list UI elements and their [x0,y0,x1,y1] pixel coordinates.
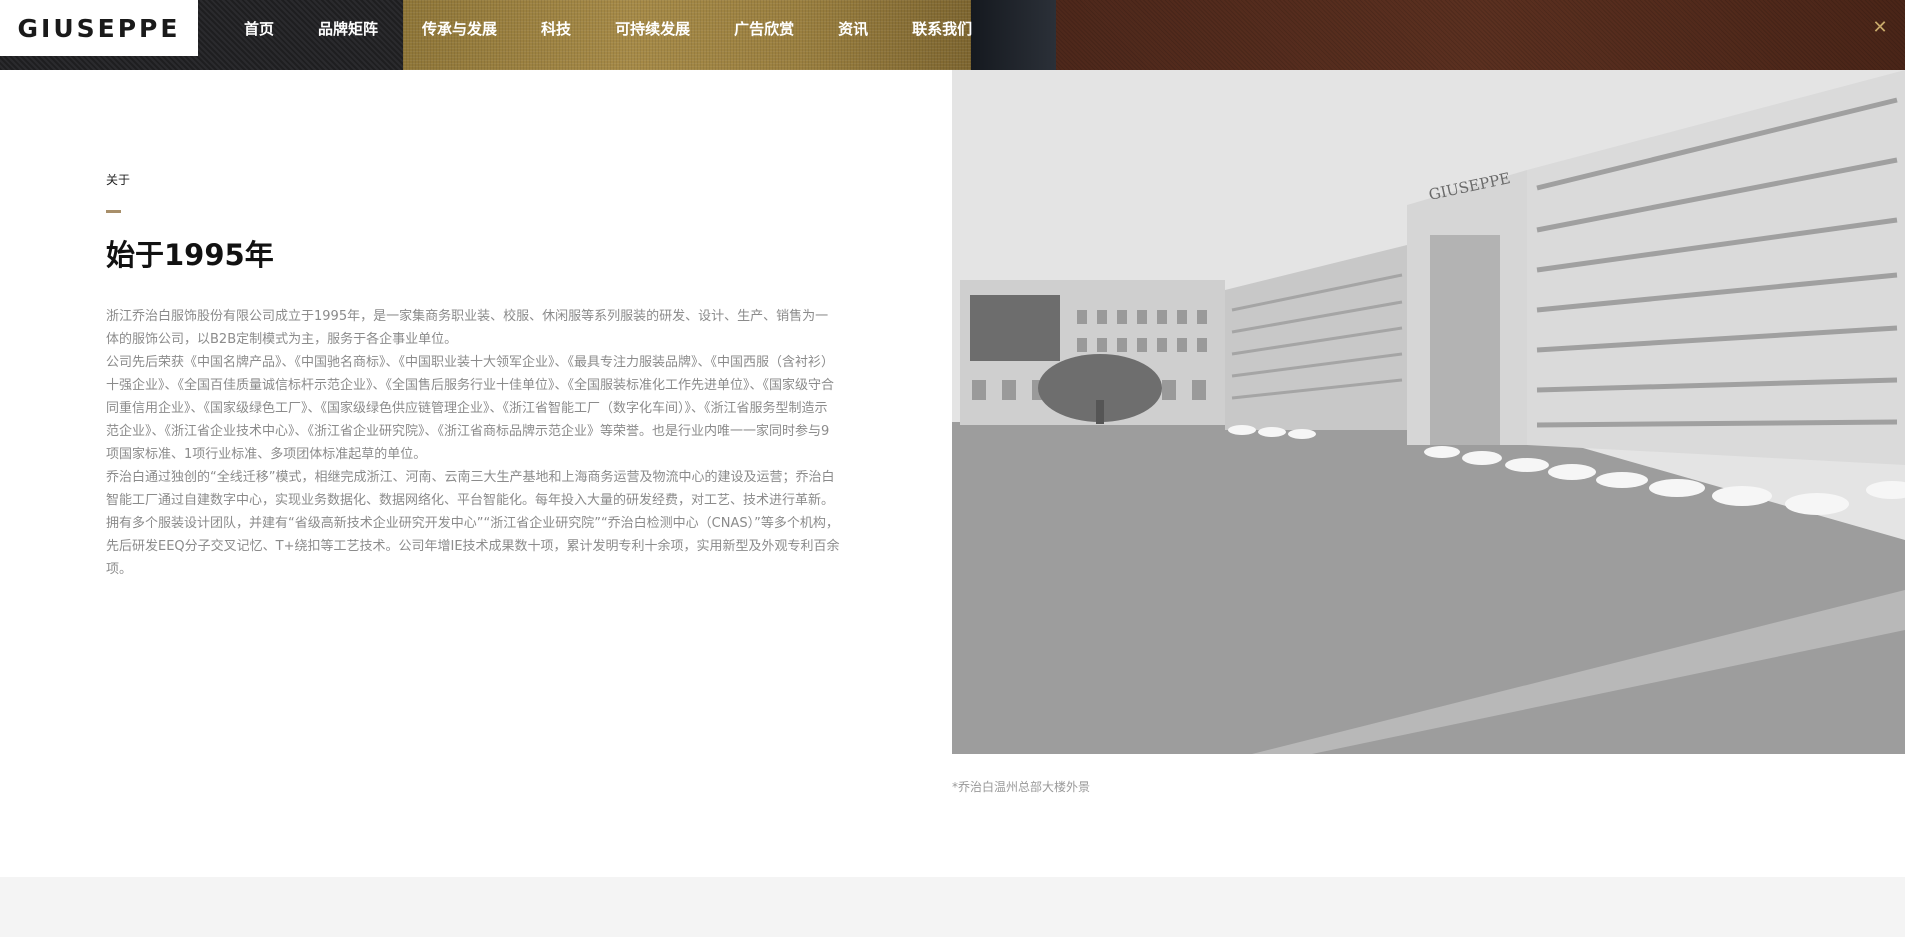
logo[interactable]: GIUSEPPE [0,0,198,56]
headquarters-photo-illustration: GIUSEPPE [952,70,1905,754]
photo-caption: *乔治白温州总部大楼外景 [952,780,1091,794]
about-body: 浙江乔治白服饰股份有限公司成立于1995年，是一家集商务职业装、校服、休闲服等系… [106,305,840,581]
close-icon[interactable]: ✕ [1869,16,1891,38]
nav-item-ads[interactable]: 广告欣赏 [734,18,794,39]
main-nav: 首页 品牌矩阵 传承与发展 科技 可持续发展 广告欣赏 资讯 联系我们 [244,0,1016,56]
section-label: 关于 [106,173,131,187]
about-paragraph: 浙江乔治白服饰股份有限公司成立于1995年，是一家集商务职业装、校服、休闲服等系… [106,309,829,347]
page-title: 始于1995年 [106,238,274,272]
logo-text[interactable]: GIUSEPPE [18,14,181,43]
nav-item-heritage[interactable]: 传承与发展 [422,18,497,39]
footer-band [0,877,1905,937]
nav-item-brands[interactable]: 品牌矩阵 [318,18,378,39]
nav-item-technology[interactable]: 科技 [541,18,571,39]
nav-item-home[interactable]: 首页 [244,18,274,39]
nav-item-contact[interactable]: 联系我们 [912,18,972,39]
site-header: GIUSEPPE 首页 品牌矩阵 传承与发展 科技 可持续发展 广告欣赏 资讯 … [0,0,1905,70]
nav-item-sustainability[interactable]: 可持续发展 [615,18,690,39]
about-paragraph: 公司先后荣获《中国名牌产品》、《中国驰名商标》、《中国职业装十大领军企业》、《最… [106,355,835,462]
headquarters-photo: GIUSEPPE [952,70,1905,754]
accent-divider [106,210,121,213]
about-paragraph: 乔治白通过独创的“全线迁移”模式，相继完成浙江、河南、云南三大生产基地和上海商务… [106,470,840,577]
nav-item-news[interactable]: 资讯 [838,18,868,39]
